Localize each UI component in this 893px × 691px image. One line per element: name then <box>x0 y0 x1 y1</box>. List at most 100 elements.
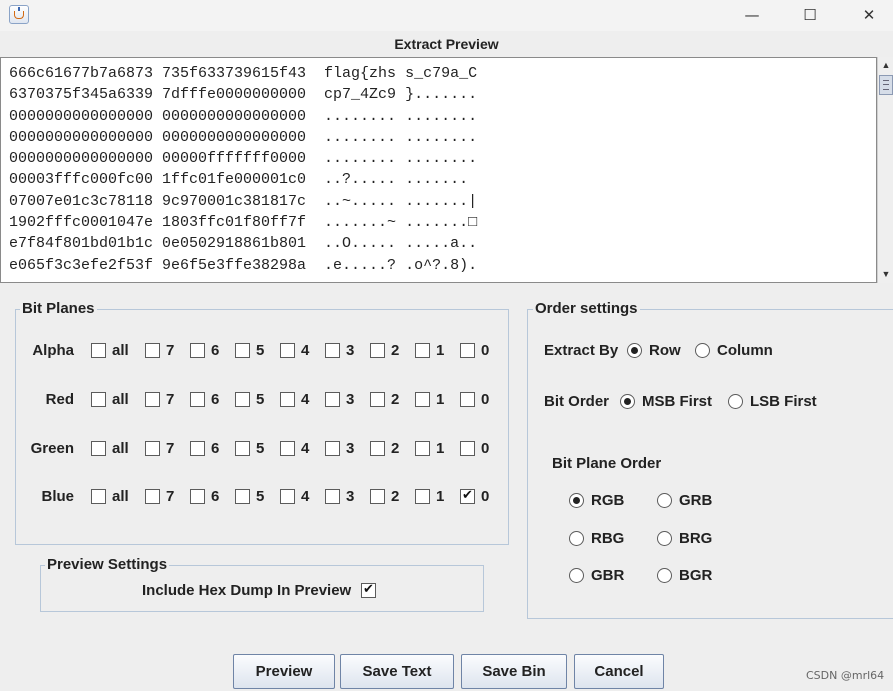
checkbox-label-red-0: 0 <box>481 391 490 408</box>
checkbox-label-blue-7: 7 <box>166 488 175 505</box>
checkbox-green-6[interactable] <box>190 441 205 456</box>
bit-plane-row-label-red: Red <box>45 391 74 408</box>
checkbox-label-alpha-3: 3 <box>346 342 355 359</box>
scroll-up-arrow-icon[interactable]: ▲ <box>878 57 893 73</box>
lsb-first-radio[interactable] <box>728 394 743 409</box>
checkbox-alpha-4[interactable] <box>280 343 295 358</box>
plane-order-gbr-radio[interactable] <box>569 568 584 583</box>
checkbox-label-red-5: 5 <box>256 391 265 408</box>
checkbox-alpha-all[interactable] <box>91 343 106 358</box>
preview-scrollbar[interactable]: ▲ ▼ <box>877 57 893 283</box>
checkbox-label-alpha-all: all <box>112 342 129 359</box>
checkbox-red-1[interactable] <box>415 392 430 407</box>
scroll-thumb[interactable] <box>879 75 893 95</box>
checkbox-alpha-7[interactable] <box>145 343 160 358</box>
hex-dump-text: 666c61677b7a6873 735f633739615f43 flag{z… <box>9 65 478 274</box>
close-button[interactable]: ✕ <box>840 0 893 31</box>
checkbox-blue-0[interactable] <box>460 488 475 504</box>
checkbox-label-blue-1: 1 <box>436 488 445 505</box>
extract-preview-title: Extract Preview <box>394 36 499 52</box>
include-hex-dump-label: Include Hex Dump In Preview <box>142 582 352 599</box>
checkbox-label-blue-5: 5 <box>256 488 265 505</box>
checkbox-blue-6[interactable] <box>190 489 205 504</box>
msb-first-label: MSB First <box>642 393 713 410</box>
checkbox-label-green-all: all <box>112 440 129 457</box>
bit-plane-order-label: Bit Plane Order <box>552 455 662 472</box>
checkbox-blue-4[interactable] <box>280 489 295 504</box>
bit-plane-row-label-blue: Blue <box>41 488 74 505</box>
checkbox-label-green-0: 0 <box>481 440 490 457</box>
checkbox-green-all[interactable] <box>91 441 106 456</box>
checkbox-blue-7[interactable] <box>145 489 160 504</box>
checkbox-green-4[interactable] <box>280 441 295 456</box>
checkbox-blue-5[interactable] <box>235 489 250 504</box>
checkbox-blue-2[interactable] <box>370 489 385 504</box>
minimize-button[interactable]: — <box>723 0 781 31</box>
java-app-icon <box>9 5 29 24</box>
plane-order-brg-radio[interactable] <box>657 531 672 546</box>
checkbox-alpha-0[interactable] <box>460 343 475 358</box>
checkbox-alpha-3[interactable] <box>325 343 340 358</box>
checkbox-red-7[interactable] <box>145 392 160 407</box>
checkbox-label-blue-all: all <box>112 488 129 505</box>
checkbox-alpha-1[interactable] <box>415 343 430 358</box>
checkbox-red-4[interactable] <box>280 392 295 407</box>
scroll-down-arrow-icon[interactable]: ▼ <box>878 266 893 282</box>
preview-settings-title: Preview Settings <box>45 556 170 574</box>
checkbox-label-red-1: 1 <box>436 391 445 408</box>
checkbox-label-green-2: 2 <box>391 440 400 457</box>
watermark: CSDN @mrl64 <box>806 669 885 682</box>
msb-first-radio[interactable] <box>620 394 635 409</box>
checkbox-blue-3[interactable] <box>325 489 340 504</box>
checkbox-label-red-2: 2 <box>391 391 400 408</box>
bit-order-label: Bit Order <box>544 393 610 410</box>
save-text-button[interactable]: Save Text <box>340 654 454 689</box>
checkbox-red-3[interactable] <box>325 392 340 407</box>
plane-order-rbg-label: RBG <box>591 530 625 547</box>
extract-by-row-radio[interactable] <box>627 343 642 358</box>
extract-by-label: Extract By <box>544 342 619 359</box>
checkbox-green-7[interactable] <box>145 441 160 456</box>
plane-order-grb-label: GRB <box>679 492 713 509</box>
cancel-button[interactable]: Cancel <box>574 654 664 689</box>
checkbox-label-alpha-6: 6 <box>211 342 220 359</box>
checkbox-label-blue-6: 6 <box>211 488 220 505</box>
checkbox-green-0[interactable] <box>460 441 475 456</box>
checkbox-red-6[interactable] <box>190 392 205 407</box>
bit-planes-title: Bit Planes <box>20 300 97 318</box>
checkbox-alpha-6[interactable] <box>190 343 205 358</box>
include-hex-dump-checkbox[interactable] <box>361 582 376 598</box>
plane-order-grb-radio[interactable] <box>657 493 672 508</box>
checkbox-red-5[interactable] <box>235 392 250 407</box>
checkbox-red-2[interactable] <box>370 392 385 407</box>
save-bin-button[interactable]: Save Bin <box>461 654 567 689</box>
extract-preview-textarea[interactable]: 666c61677b7a6873 735f633739615f43 flag{z… <box>0 57 877 283</box>
checkbox-label-blue-2: 2 <box>391 488 400 505</box>
checkbox-green-3[interactable] <box>325 441 340 456</box>
maximize-button[interactable]: ☐ <box>781 0 839 31</box>
title-bar: — ☐ ✕ <box>0 0 893 31</box>
preview-button[interactable]: Preview <box>233 654 335 689</box>
checkbox-label-green-4: 4 <box>301 440 310 457</box>
extract-by-column-radio[interactable] <box>695 343 710 358</box>
plane-order-bgr-radio[interactable] <box>657 568 672 583</box>
checkbox-green-2[interactable] <box>370 441 385 456</box>
checkbox-green-5[interactable] <box>235 441 250 456</box>
checkbox-label-alpha-0: 0 <box>481 342 490 359</box>
bit-plane-row-label-alpha: Alpha <box>32 342 74 359</box>
checkbox-alpha-5[interactable] <box>235 343 250 358</box>
plane-order-rbg-radio[interactable] <box>569 531 584 546</box>
checkbox-alpha-2[interactable] <box>370 343 385 358</box>
checkbox-blue-all[interactable] <box>91 489 106 504</box>
checkbox-label-green-6: 6 <box>211 440 220 457</box>
bit-plane-row-label-green: Green <box>30 440 74 457</box>
checkbox-red-all[interactable] <box>91 392 106 407</box>
checkbox-green-1[interactable] <box>415 441 430 456</box>
checkbox-blue-1[interactable] <box>415 489 430 504</box>
checkbox-label-red-all: all <box>112 391 129 408</box>
plane-order-rgb-radio[interactable] <box>569 493 584 508</box>
checkbox-label-alpha-4: 4 <box>301 342 310 359</box>
checkbox-red-0[interactable] <box>460 392 475 407</box>
plane-order-brg-label: BRG <box>679 530 713 547</box>
extract-by-column-label: Column <box>717 342 773 359</box>
